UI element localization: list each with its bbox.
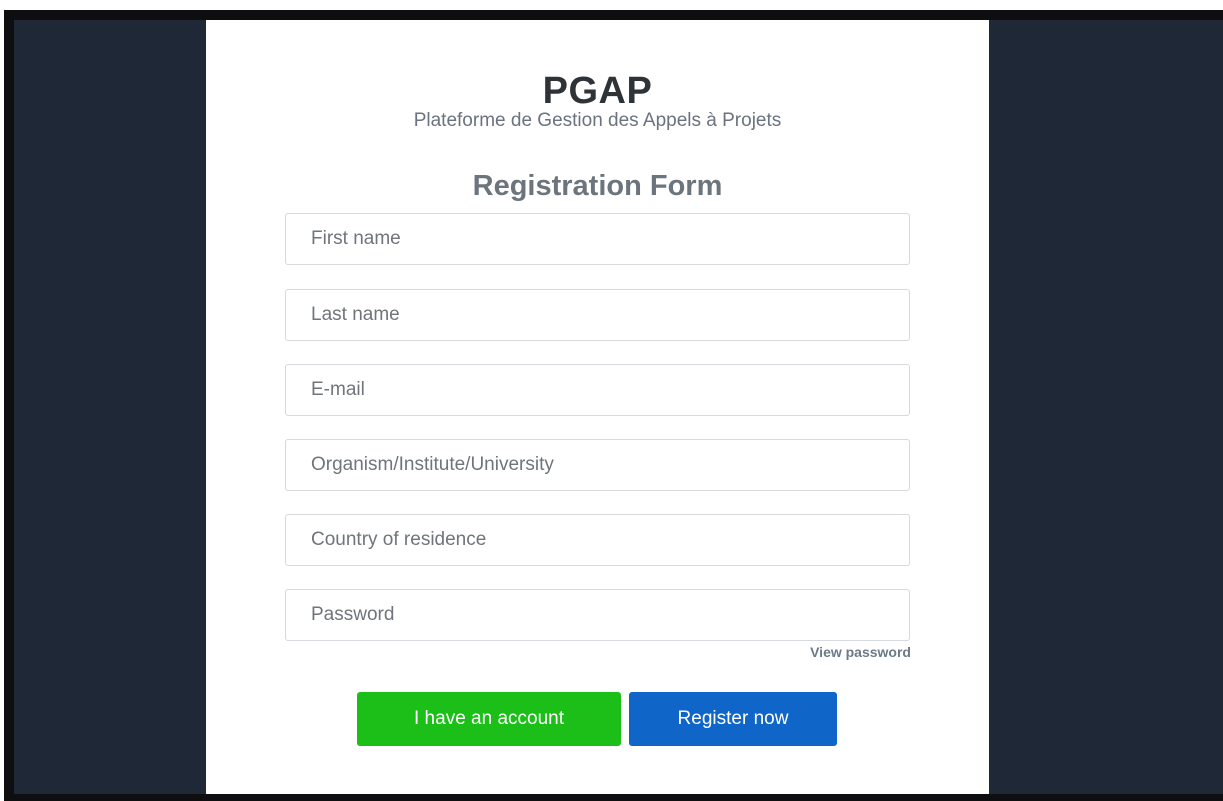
- form-title: Registration Form: [472, 170, 723, 202]
- organism-input[interactable]: [285, 439, 910, 491]
- last-name-input[interactable]: [285, 289, 910, 341]
- first-name-input[interactable]: [285, 213, 910, 265]
- have-account-button[interactable]: I have an account: [357, 692, 621, 746]
- email-input[interactable]: [285, 364, 910, 416]
- registration-card: PGAP Plateforme de Gestion des Appels à …: [206, 20, 989, 794]
- view-password-link[interactable]: View password: [762, 644, 911, 660]
- register-button[interactable]: Register now: [629, 692, 837, 746]
- country-input[interactable]: [285, 514, 910, 566]
- password-input[interactable]: [285, 589, 910, 641]
- app-subtitle: Plateforme de Gestion des Appels à Proje…: [413, 110, 782, 131]
- app-title: PGAP: [542, 70, 653, 112]
